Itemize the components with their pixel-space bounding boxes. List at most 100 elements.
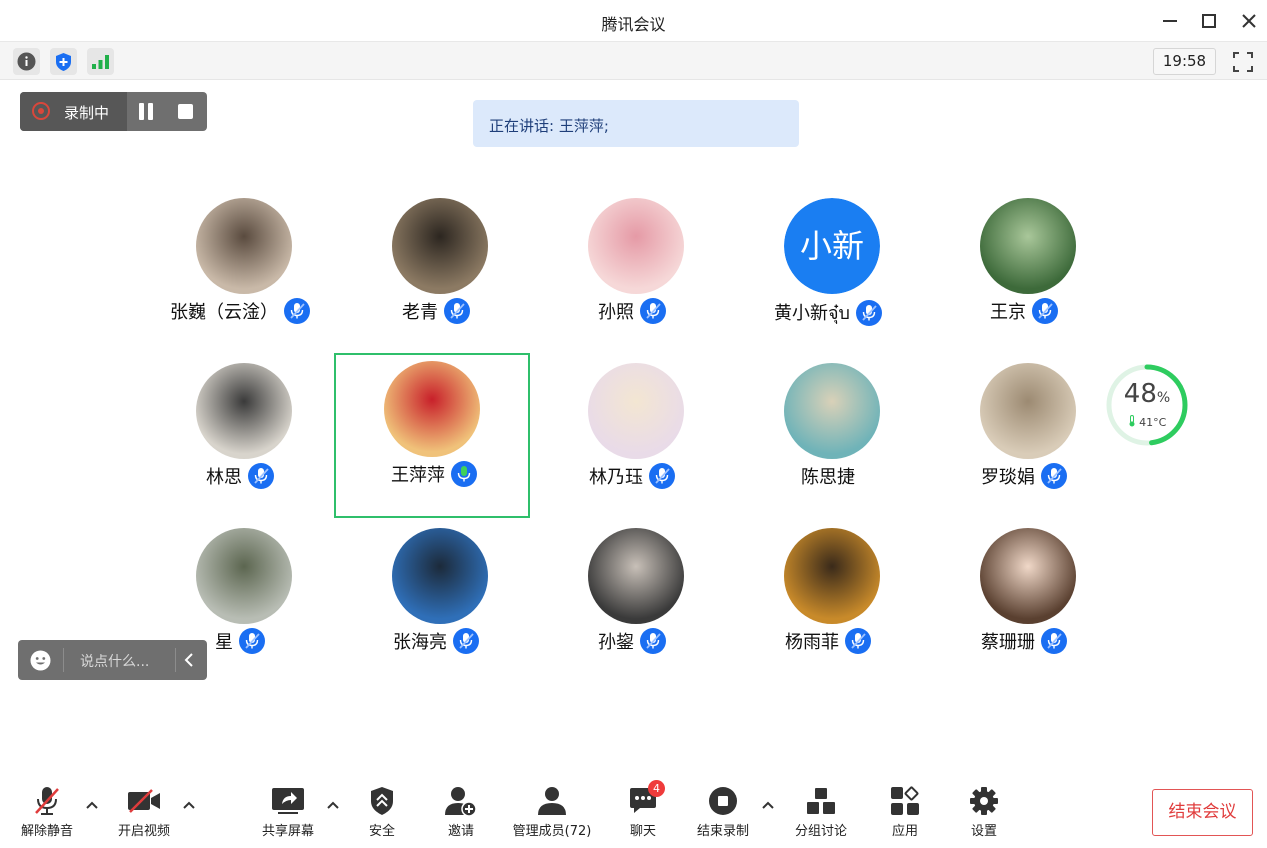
end-recording-button[interactable]: 结束录制 bbox=[683, 783, 763, 843]
participant-name: 陈思捷 bbox=[801, 467, 855, 488]
chat-quick-input[interactable]: 说点什么... bbox=[18, 640, 207, 680]
security-button[interactable]: 安全 bbox=[342, 783, 422, 843]
avatar bbox=[588, 198, 684, 294]
participant-tile[interactable]: 张海亮 bbox=[338, 520, 534, 685]
network-status-button[interactable] bbox=[87, 48, 114, 75]
performance-gauge[interactable]: 48% 41°C bbox=[1103, 361, 1191, 449]
participant-name-row: 罗琰娟 bbox=[926, 463, 1122, 489]
bottom-toolbar: 解除静音 开启视频 共享屏幕 安全 邀请 管理成员(72) 4 聊天 结束录制 … bbox=[0, 775, 1267, 848]
window-title: 腾讯会议 bbox=[601, 15, 666, 34]
chevron-up-icon[interactable] bbox=[182, 799, 196, 811]
avatar bbox=[588, 528, 684, 624]
avatar bbox=[980, 198, 1076, 294]
chevron-left-icon[interactable] bbox=[181, 651, 199, 669]
thermometer-icon bbox=[1129, 415, 1135, 427]
breakout-icon bbox=[807, 788, 835, 814]
mic-muted-icon bbox=[845, 628, 871, 654]
chevron-up-icon[interactable] bbox=[326, 799, 340, 811]
avatar bbox=[196, 528, 292, 624]
members-icon bbox=[538, 787, 566, 815]
close-icon[interactable] bbox=[1238, 10, 1260, 32]
manage-members-button[interactable]: 管理成员(72) bbox=[512, 783, 592, 843]
security-status-button[interactable] bbox=[50, 48, 77, 75]
fullscreen-icon[interactable] bbox=[1231, 50, 1255, 74]
participant-name-row: 张巍（云淦） bbox=[142, 298, 338, 324]
mic-muted-icon bbox=[1041, 628, 1067, 654]
apps-button[interactable]: 应用 bbox=[865, 783, 945, 843]
share-screen-button[interactable]: 共享屏幕 bbox=[248, 783, 328, 843]
participant-tile[interactable]: 杨雨菲 bbox=[730, 520, 926, 685]
participant-tile[interactable]: 王萍萍 bbox=[334, 353, 530, 518]
participant-name: 孙照 bbox=[598, 302, 634, 323]
avatar-initials: 小新 bbox=[784, 198, 880, 294]
chat-badge: 4 bbox=[648, 780, 665, 797]
participant-name: 林思 bbox=[206, 467, 242, 488]
participant-tile[interactable]: 罗琰娟 bbox=[926, 355, 1122, 520]
recording-status: 录制中 bbox=[20, 92, 127, 131]
start-video-button[interactable]: 开启视频 bbox=[104, 783, 184, 843]
invite-button[interactable]: 邀请 bbox=[421, 783, 501, 843]
signal-icon bbox=[92, 55, 109, 69]
gear-icon bbox=[970, 787, 998, 815]
mic-muted-icon bbox=[640, 298, 666, 324]
avatar bbox=[980, 528, 1076, 624]
participant-name-row: 林思 bbox=[142, 463, 338, 489]
avatar bbox=[980, 363, 1076, 459]
apps-icon bbox=[891, 786, 919, 815]
participant-name: 星 bbox=[215, 632, 233, 653]
pause-recording-button[interactable] bbox=[138, 103, 155, 120]
avatar bbox=[392, 198, 488, 294]
shield-icon bbox=[56, 52, 71, 71]
chevron-up-icon[interactable] bbox=[761, 799, 775, 811]
participant-tile[interactable]: 孙照 bbox=[534, 190, 730, 355]
chat-placeholder[interactable]: 说点什么... bbox=[80, 651, 149, 671]
participant-name-row: 杨雨菲 bbox=[730, 628, 926, 654]
participant-tile[interactable]: 小新黄小新จุ๋บ bbox=[730, 190, 926, 355]
avatar bbox=[784, 363, 880, 459]
participant-tile[interactable]: 蔡珊珊 bbox=[926, 520, 1122, 685]
maximize-icon[interactable] bbox=[1198, 10, 1220, 32]
settings-button[interactable]: 设置 bbox=[944, 783, 1024, 843]
chevron-up-icon[interactable] bbox=[85, 799, 99, 811]
participant-name-row: 王萍萍 bbox=[336, 461, 532, 487]
participant-name-row: 林乃珏 bbox=[534, 463, 730, 489]
participant-tile[interactable]: 老青 bbox=[338, 190, 534, 355]
divider bbox=[175, 648, 176, 672]
cpu-percent: 48% bbox=[1123, 379, 1171, 409]
participant-name: 王京 bbox=[990, 302, 1026, 323]
stop-recording-button[interactable] bbox=[178, 104, 193, 119]
active-speaker-banner: 正在讲话: 王萍萍; bbox=[473, 100, 799, 147]
emoji-icon[interactable] bbox=[30, 650, 51, 671]
mic-speaking-icon bbox=[451, 461, 477, 487]
stop-record-icon bbox=[709, 787, 737, 815]
minimize-icon[interactable] bbox=[1159, 10, 1181, 32]
participant-name: 老青 bbox=[402, 302, 438, 323]
start-video-label: 开启视频 bbox=[117, 824, 170, 839]
mic-muted-icon bbox=[640, 628, 666, 654]
avatar bbox=[784, 528, 880, 624]
mic-muted-icon bbox=[248, 463, 274, 489]
participant-name-row: 黄小新จุ๋บ bbox=[730, 298, 926, 327]
participant-tile[interactable]: 林思 bbox=[142, 355, 338, 520]
unmute-button[interactable]: 解除静音 bbox=[7, 783, 87, 843]
participant-name: 蔡珊珊 bbox=[981, 632, 1035, 653]
meeting-info-button[interactable] bbox=[13, 48, 40, 75]
participant-name-row: 张海亮 bbox=[338, 628, 534, 654]
recording-label: 录制中 bbox=[64, 104, 110, 122]
participant-tile[interactable]: 孙鋆 bbox=[534, 520, 730, 685]
chat-button[interactable]: 4 聊天 bbox=[603, 780, 683, 843]
meeting-clock: 19:58 bbox=[1153, 48, 1216, 75]
mic-muted-icon bbox=[35, 787, 59, 815]
mic-muted-icon bbox=[855, 299, 882, 326]
avatar bbox=[196, 363, 292, 459]
participant-tile[interactable]: 林乃珏 bbox=[534, 355, 730, 520]
end-meeting-button[interactable]: 结束会议 bbox=[1152, 789, 1253, 836]
avatar bbox=[384, 361, 480, 457]
recording-bar: 录制中 bbox=[20, 92, 207, 131]
unmute-label: 解除静音 bbox=[20, 824, 73, 839]
participant-tile[interactable]: 王京 bbox=[926, 190, 1122, 355]
breakout-rooms-button[interactable]: 分组讨论 bbox=[781, 783, 861, 843]
avatar bbox=[196, 198, 292, 294]
participant-tile[interactable]: 陈思捷 bbox=[730, 355, 926, 520]
participant-tile[interactable]: 张巍（云淦） bbox=[142, 190, 338, 355]
